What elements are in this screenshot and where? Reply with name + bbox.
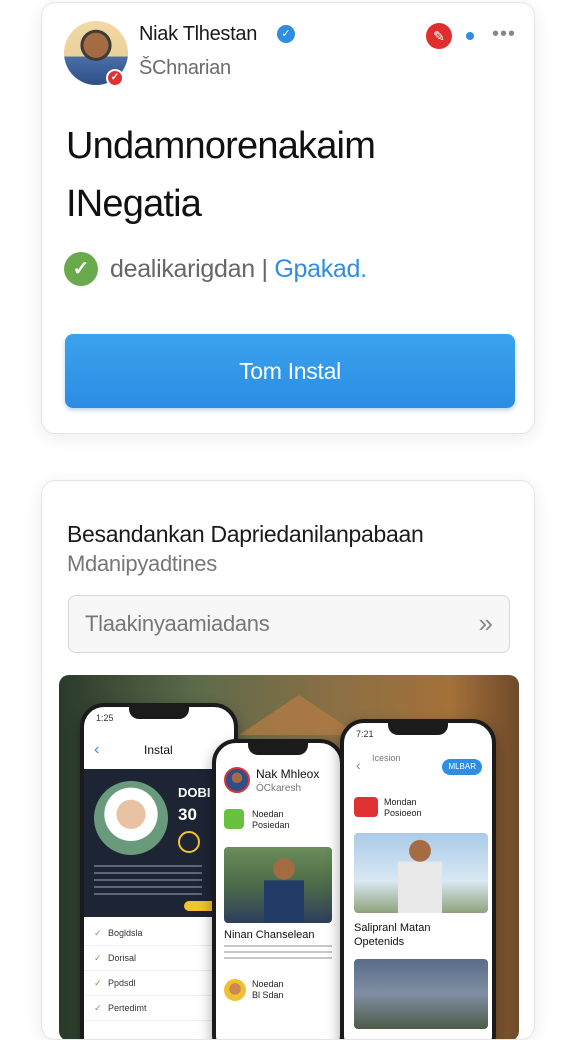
face-icon bbox=[224, 979, 246, 1001]
recommendation-card: Besandankan Dapriedanilanpabaan Mdanipya… bbox=[41, 480, 535, 1040]
phone2-avatar bbox=[224, 767, 250, 793]
phone2-item-sub: Posiedan bbox=[252, 820, 290, 830]
avatar-badge-icon: ✓ bbox=[106, 69, 124, 87]
phone2-caption-lines bbox=[224, 945, 332, 961]
person-figure bbox=[398, 839, 442, 913]
back-chevron-icon[interactable]: ‹ bbox=[356, 757, 361, 773]
phone2-caption: Ninan Chanselean bbox=[224, 929, 315, 941]
phone1-text-lines bbox=[94, 865, 202, 895]
phone2-item2-text: Noedan Bl Sdan bbox=[252, 979, 284, 1001]
check-icon: ✓ bbox=[94, 1003, 102, 1013]
phone3-caption-line2: Opetenids bbox=[354, 936, 405, 948]
phone2-photo bbox=[224, 847, 332, 923]
check-circle-icon: ✓ bbox=[64, 252, 98, 286]
app-title: Undamnorenakaim INegatia bbox=[66, 117, 516, 233]
phone-mockup-3: 7:21 ‹ Icesion MLBAR Mondan Posioeon Sal… bbox=[340, 719, 496, 1039]
app-title-line1: Undamnorenakaim bbox=[66, 125, 376, 167]
phone3-photo bbox=[354, 833, 488, 913]
app-tile-icon bbox=[224, 809, 244, 829]
double-chevron-right-icon[interactable]: » bbox=[479, 608, 493, 639]
status-line: dealikarigdan | Gpakad. bbox=[110, 255, 367, 284]
app-post-card: ✓ Niak Tlhestan ✓ ŠChnarian ✎ ••• Undamn… bbox=[41, 2, 535, 434]
phone-time: 1:25 bbox=[96, 713, 114, 723]
phone-mockup-2: Nak Mhleox ÓCkaresh Noedan Posiedan Nina… bbox=[212, 739, 344, 1039]
phone2-item2-sub: Bl Sdan bbox=[252, 990, 284, 1000]
phone2-item2-title: Noedan bbox=[252, 979, 284, 989]
list-item-label: Ppdsdl bbox=[108, 978, 136, 988]
person-figure bbox=[264, 857, 304, 923]
phone3-item-sub: Posioeon bbox=[384, 808, 422, 818]
status-separator: | bbox=[261, 255, 268, 283]
user-name[interactable]: Niak Tlhestan bbox=[139, 23, 257, 46]
gold-ring-icon bbox=[178, 831, 200, 853]
phone3-item-text: Mondan Posioeon bbox=[384, 797, 422, 819]
phone1-title: Instal bbox=[144, 743, 173, 757]
phone3-caption-line1: Salipranl Matan bbox=[354, 922, 431, 934]
phone1-number: 30 bbox=[178, 805, 197, 824]
status-text: dealikarigdan bbox=[110, 255, 255, 283]
app-preview-banner[interactable]: 1:25 ‹ Instal DOBI 30 ✓ Bogldsla ✓ Dorisal… bbox=[59, 675, 519, 1039]
search-input[interactable]: Tlaakinyaamiadans » bbox=[68, 595, 510, 653]
phone2-name: Nak Mhleox bbox=[256, 767, 320, 781]
phone1-avatar bbox=[94, 781, 168, 855]
phone-notch bbox=[129, 707, 189, 719]
notification-dot-icon bbox=[466, 32, 474, 40]
phone3-item-title: Mondan bbox=[384, 797, 417, 807]
pin-icon[interactable]: ✎ bbox=[426, 23, 452, 49]
app-title-line2: INegatia bbox=[66, 183, 202, 225]
phone-notch bbox=[248, 743, 308, 755]
phone2-item-text: Noedan Posiedan bbox=[252, 809, 290, 831]
phone2-handle: ÓCkaresh bbox=[256, 783, 302, 794]
phone3-item[interactable]: Mondan Posioeon bbox=[354, 797, 484, 819]
phone-time: 7:21 bbox=[356, 729, 374, 739]
install-button[interactable]: Tom Instal bbox=[65, 334, 515, 408]
banner-background-hut bbox=[239, 695, 359, 735]
section-title: Besandankan Dapriedanilanpabaan bbox=[67, 521, 424, 547]
phone3-pill-button[interactable]: MLBAR bbox=[442, 759, 482, 775]
check-icon: ✓ bbox=[94, 978, 102, 988]
phone2-item-title: Noedan bbox=[252, 809, 284, 819]
status-link[interactable]: Gpakad. bbox=[274, 255, 367, 283]
verified-check-icon: ✓ bbox=[277, 25, 295, 43]
phone3-caption: Salipranl Matan Opetenids bbox=[354, 921, 490, 949]
list-item-label: Bogldsla bbox=[108, 928, 143, 938]
section-subtitle: Mdanipyadtines bbox=[67, 551, 217, 576]
phone2-item[interactable]: Noedan Bl Sdan bbox=[224, 979, 340, 1001]
phone-notch bbox=[388, 723, 448, 735]
phone2-item[interactable]: Noedan Posiedan bbox=[224, 809, 340, 831]
phone1-big-text: DOBI bbox=[178, 785, 211, 800]
check-icon: ✓ bbox=[94, 928, 102, 938]
phone3-photo-2 bbox=[354, 959, 488, 1029]
back-chevron-icon[interactable]: ‹ bbox=[94, 741, 99, 759]
phone3-section: Icesion bbox=[372, 753, 401, 763]
more-dots-icon[interactable]: ••• bbox=[492, 23, 516, 46]
app-tile-icon bbox=[354, 797, 378, 817]
list-item-label: Dorisal bbox=[108, 953, 137, 963]
user-handle: ŠChnarian bbox=[139, 57, 231, 79]
search-input-value: Tlaakinyaamiadans bbox=[85, 611, 270, 636]
list-item-label: Pertedimt bbox=[108, 1003, 147, 1013]
check-icon: ✓ bbox=[94, 953, 102, 963]
